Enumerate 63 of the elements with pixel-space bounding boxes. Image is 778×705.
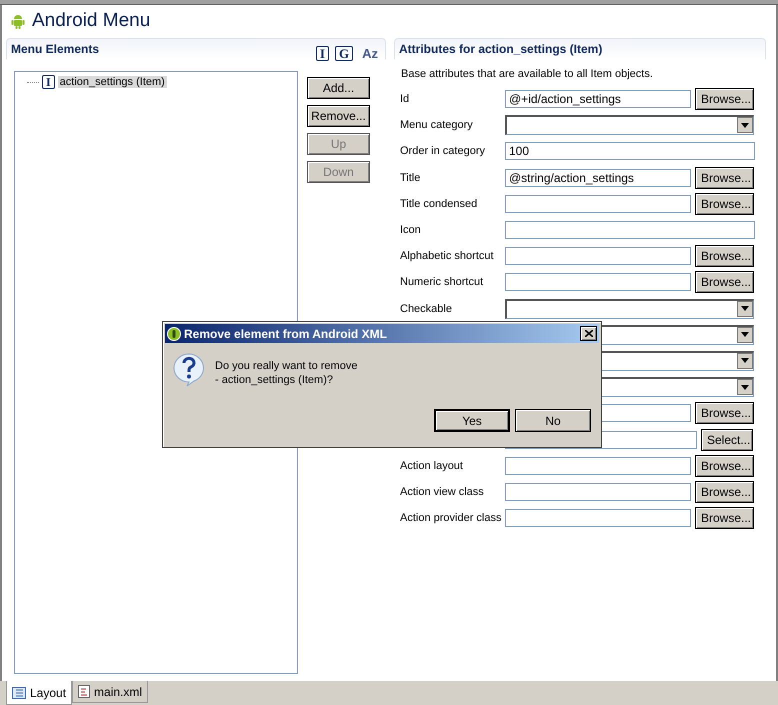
browse-button[interactable]: Browse... bbox=[695, 507, 754, 530]
dialog-button[interactable]: No bbox=[515, 409, 591, 432]
select-button[interactable]: Select... bbox=[701, 428, 753, 451]
dialog-title: Remove element from Android XML bbox=[184, 326, 388, 340]
field-label: Alphabetic shortcut bbox=[400, 250, 495, 262]
editor-tab[interactable]: main.xml bbox=[72, 681, 148, 703]
field-label: Numeric shortcut bbox=[400, 276, 484, 288]
browse-button[interactable]: Browse... bbox=[695, 454, 754, 477]
action-button[interactable]: Remove... bbox=[307, 105, 370, 127]
dropdown-arrow-icon bbox=[741, 122, 749, 128]
layout-icon bbox=[12, 686, 26, 698]
text-field[interactable] bbox=[505, 509, 691, 528]
field-label: Action provider class bbox=[400, 512, 502, 524]
dropdown-arrow-icon bbox=[741, 358, 749, 364]
browse-button[interactable]: Browse... bbox=[695, 192, 754, 215]
field-label: Action view class bbox=[400, 486, 485, 498]
item-icon: I bbox=[42, 75, 55, 89]
dropdown[interactable] bbox=[505, 298, 754, 319]
description-text: Base attributes that are available to all Item objects. bbox=[400, 67, 654, 82]
browse-button[interactable]: Browse... bbox=[695, 245, 754, 268]
browse-button[interactable]: Browse... bbox=[695, 402, 754, 424]
dialog-button[interactable]: Yes bbox=[434, 409, 510, 432]
browse-button[interactable]: Browse... bbox=[695, 480, 754, 503]
close-icon bbox=[584, 330, 592, 337]
text-field[interactable] bbox=[505, 194, 691, 213]
field-label: Checkable bbox=[400, 302, 453, 315]
text-field[interactable]: @string/action_settings bbox=[505, 168, 691, 187]
action-button[interactable]: Add... bbox=[307, 77, 370, 99]
dialog-message: Do you really want to remove - action_settings (Item)? bbox=[215, 359, 358, 388]
section-title: Menu Elements bbox=[11, 42, 100, 56]
document-icon bbox=[78, 685, 90, 698]
field-label: Order in category bbox=[400, 145, 486, 158]
text-field[interactable] bbox=[505, 273, 691, 292]
app-icon bbox=[167, 326, 181, 340]
toolbar-icon[interactable]: Az bbox=[359, 46, 381, 60]
field-label: Title condensed bbox=[400, 198, 478, 210]
text-field[interactable] bbox=[505, 482, 691, 501]
field-label: Action layout bbox=[400, 460, 464, 472]
text-field[interactable]: 100 bbox=[505, 142, 755, 160]
dropdown[interactable] bbox=[505, 115, 754, 136]
field-label: Id bbox=[400, 93, 410, 106]
text-field[interactable]: @+id/action_settings bbox=[505, 90, 691, 108]
field-label: Icon bbox=[400, 224, 422, 236]
android-icon bbox=[10, 13, 26, 29]
tree-item[interactable]: action_settings (Item) bbox=[58, 76, 167, 88]
text-field[interactable] bbox=[505, 456, 691, 475]
editor-tab[interactable]: Layout bbox=[6, 681, 72, 705]
close-button[interactable] bbox=[580, 326, 597, 341]
browse-button[interactable]: Browse... bbox=[695, 271, 754, 294]
toolbar-icon[interactable]: I bbox=[316, 46, 329, 60]
text-field[interactable] bbox=[505, 221, 755, 240]
dropdown-arrow-icon bbox=[741, 332, 749, 338]
dropdown-arrow-icon bbox=[741, 384, 749, 390]
dropdown-arrow-icon bbox=[741, 306, 749, 312]
text-field[interactable] bbox=[505, 247, 691, 266]
field-label: Title bbox=[400, 172, 422, 184]
editor-title: Android Menu bbox=[32, 10, 150, 32]
question-icon bbox=[173, 353, 205, 387]
browse-button[interactable]: Browse... bbox=[695, 88, 754, 110]
browse-button[interactable]: Browse... bbox=[695, 166, 754, 189]
toolbar-icon[interactable]: G bbox=[334, 46, 354, 60]
field-label: Menu category bbox=[400, 119, 474, 132]
section-title: Attributes for action_settings (Item) bbox=[399, 42, 604, 56]
